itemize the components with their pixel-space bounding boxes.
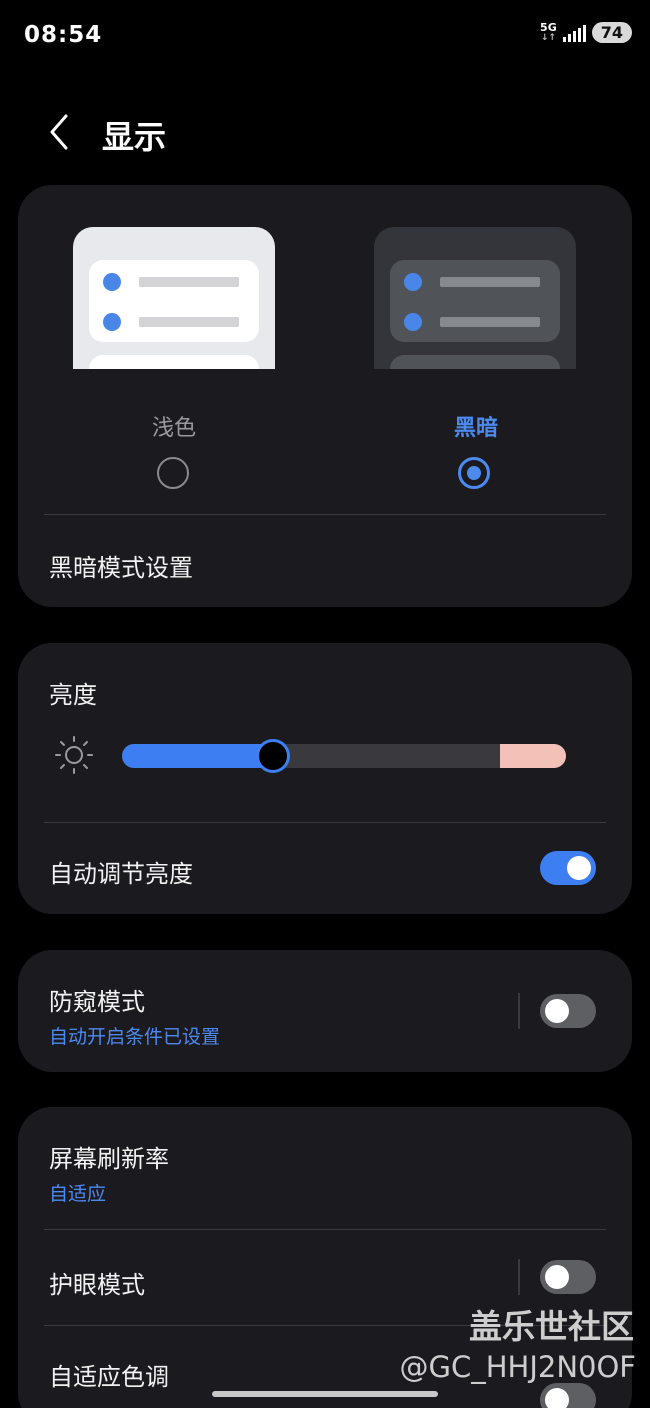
brightness-slider[interactable] xyxy=(122,744,566,768)
privacy-card: 防窥模式 自动开启条件已设置 xyxy=(18,950,632,1072)
privacy-mode-toggle[interactable] xyxy=(540,994,596,1028)
home-indicator[interactable] xyxy=(212,1391,438,1397)
divider xyxy=(44,822,606,823)
divider xyxy=(44,514,606,515)
light-theme-radio[interactable] xyxy=(157,457,189,489)
network-type: 5G xyxy=(540,20,557,34)
separator xyxy=(518,1259,520,1295)
eye-care-toggle[interactable] xyxy=(540,1260,596,1294)
watermark-handle: @GC_HHJ2N0OF xyxy=(399,1350,637,1384)
status-icons: 5G ↓↑ 74 xyxy=(540,22,632,43)
watermark-title: 盖乐世社区 xyxy=(469,1307,634,1346)
battery-badge: 74 xyxy=(591,22,632,43)
brightness-slider-fill xyxy=(122,744,273,768)
eye-care-title[interactable]: 护眼模式 xyxy=(49,1265,145,1300)
page-title: 显示 xyxy=(102,118,167,156)
separator xyxy=(518,993,520,1029)
data-arrows-icon: ↓↑ xyxy=(540,32,556,43)
chevron-left-icon[interactable] xyxy=(44,112,74,152)
signal-icon xyxy=(562,24,586,42)
adaptive-color-item[interactable]: 自适应色调 xyxy=(49,1357,169,1392)
divider xyxy=(44,1229,606,1230)
theme-card: 浅色 黑暗 黑暗模式设置 xyxy=(18,185,632,607)
brightness-card: 亮度 自动调节亮度 xyxy=(18,643,632,914)
brightness-slider-thumb[interactable] xyxy=(256,739,290,773)
adaptive-color-toggle[interactable] xyxy=(540,1383,596,1408)
refresh-rate-item[interactable]: 屏幕刷新率 xyxy=(49,1139,169,1174)
brightness-title: 亮度 xyxy=(49,681,97,709)
light-theme-label: 浅色 xyxy=(151,416,196,441)
sun-icon xyxy=(55,736,93,774)
auto-brightness-label: 自动调节亮度 xyxy=(49,860,193,888)
privacy-mode-title[interactable]: 防窥模式 xyxy=(49,982,145,1017)
dark-theme-radio[interactable] xyxy=(458,457,490,489)
privacy-mode-subtitle: 自动开启条件已设置 xyxy=(49,1026,221,1048)
network-indicator: 5G ↓↑ xyxy=(540,20,557,43)
dark-theme-preview[interactable] xyxy=(374,227,576,369)
dark-mode-settings-item[interactable]: 黑暗模式设置 xyxy=(49,548,193,583)
auto-brightness-toggle[interactable] xyxy=(540,851,596,885)
light-theme-preview[interactable] xyxy=(73,227,275,369)
dark-theme-label: 黑暗 xyxy=(453,416,498,441)
refresh-rate-value: 自适应 xyxy=(49,1183,107,1205)
display-settings-screen: 08:54 5G ↓↑ 74 显示 浅色 黑暗 黑暗模式设置 亮度 自动调节亮度… xyxy=(0,0,650,1408)
brightness-high-zone xyxy=(500,744,566,768)
status-time: 08:54 xyxy=(24,22,103,48)
